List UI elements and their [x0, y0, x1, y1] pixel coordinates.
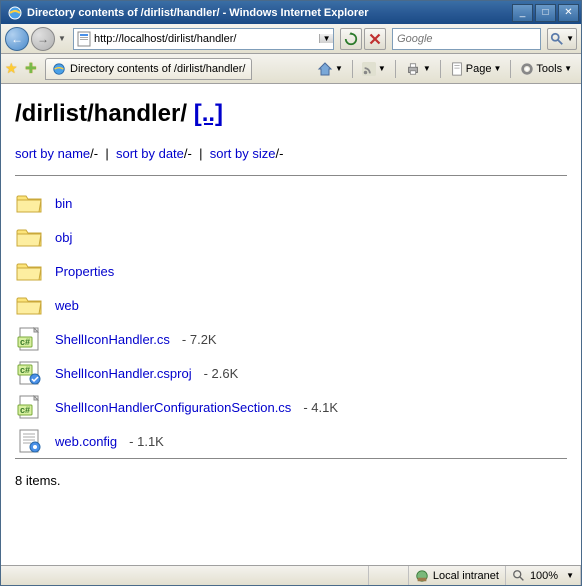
- file-link[interactable]: bin: [55, 196, 72, 211]
- status-bar: Local intranet 100% ▼: [1, 565, 581, 585]
- file-link[interactable]: obj: [55, 230, 72, 245]
- item-count: 8 items.: [15, 473, 567, 488]
- file-link[interactable]: ShellIconHandler.csproj: [55, 366, 192, 381]
- list-item: Properties: [15, 254, 567, 288]
- folder-icon: [15, 191, 43, 215]
- status-progress: [369, 566, 409, 585]
- security-zone: Local intranet: [409, 566, 506, 585]
- list-item: c# ShellIconHandlerConfigurationSection.c…: [15, 390, 567, 424]
- zoom-label: 100%: [530, 570, 558, 582]
- file-link[interactable]: ShellIconHandler.cs: [55, 332, 170, 347]
- ie-icon: [7, 5, 23, 21]
- maximize-button[interactable]: □: [535, 4, 556, 22]
- file-link[interactable]: web: [55, 298, 79, 313]
- browser-tab[interactable]: Directory contents of /dirlist/handler/: [45, 58, 252, 80]
- list-item: bin: [15, 186, 567, 220]
- nav-toolbar: ← → ▼ ▼ ▼: [1, 24, 581, 54]
- config-icon: [15, 429, 43, 453]
- heading-path: /dirlist/handler/: [15, 100, 187, 127]
- file-size: - 4.1K: [303, 400, 338, 415]
- search-input[interactable]: [393, 30, 540, 48]
- sort-by-date-link[interactable]: sort by date: [116, 146, 184, 161]
- file-size: - 2.6K: [204, 366, 239, 381]
- page-content: /dirlist/handler/ [..] sort by name/- | …: [1, 84, 581, 565]
- sort-controls: sort by name/- | sort by date/- | sort b…: [15, 146, 567, 161]
- history-dropdown[interactable]: ▼: [57, 29, 67, 49]
- page-menu-label: Page: [466, 63, 492, 75]
- add-favorite-icon[interactable]: ✚: [25, 60, 41, 77]
- tools-menu-label: Tools: [536, 63, 562, 75]
- list-item: web.config - 1.1K: [15, 424, 567, 458]
- list-item: c# ShellIconHandler.csproj - 2.6K: [15, 356, 567, 390]
- svg-text:c#: c#: [20, 365, 30, 375]
- cs-icon: c#: [15, 327, 43, 351]
- search-button[interactable]: ▼: [547, 28, 577, 50]
- page-menu[interactable]: Page ▼: [445, 59, 507, 79]
- svg-text:c#: c#: [20, 337, 30, 347]
- address-input[interactable]: [94, 30, 319, 48]
- ie-small-icon: [52, 62, 66, 76]
- tab-toolbar: ★ ✚ Directory contents of /dirlist/handl…: [1, 54, 581, 84]
- close-button[interactable]: ✕: [558, 4, 579, 22]
- tools-menu[interactable]: Tools ▼: [515, 59, 577, 79]
- stop-button[interactable]: [364, 28, 386, 50]
- file-size: - 7.2K: [182, 332, 217, 347]
- page-heading: /dirlist/handler/ [..]: [15, 100, 567, 128]
- list-item: c# ShellIconHandler.cs - 7.2K: [15, 322, 567, 356]
- refresh-button[interactable]: [340, 28, 362, 50]
- divider: [15, 175, 567, 176]
- window-titlebar: Directory contents of /dirlist/handler/ …: [1, 1, 581, 24]
- svg-text:c#: c#: [20, 405, 30, 415]
- folder-icon: [15, 225, 43, 249]
- back-button[interactable]: ←: [5, 27, 29, 51]
- window-title: Directory contents of /dirlist/handler/ …: [27, 7, 512, 19]
- sort-by-name-link[interactable]: sort by name: [15, 146, 90, 161]
- minimize-button[interactable]: _: [512, 4, 533, 22]
- file-link[interactable]: ShellIconHandlerConfigurationSection.cs: [55, 400, 291, 415]
- favorites-icon[interactable]: ★: [5, 60, 21, 77]
- divider: [15, 458, 567, 459]
- tab-title: Directory contents of /dirlist/handler/: [70, 63, 245, 75]
- zoom-control[interactable]: 100% ▼: [506, 566, 581, 585]
- file-link[interactable]: Properties: [55, 264, 114, 279]
- sort-by-size-link[interactable]: sort by size: [210, 146, 276, 161]
- cs-icon: c#: [15, 395, 43, 419]
- zone-label: Local intranet: [433, 570, 499, 582]
- address-dropdown[interactable]: ▼: [319, 34, 333, 43]
- search-bar[interactable]: [392, 28, 541, 50]
- page-icon: [76, 31, 92, 47]
- folder-icon: [15, 259, 43, 283]
- folder-icon: [15, 293, 43, 317]
- file-link[interactable]: web.config: [55, 434, 117, 449]
- list-item: obj: [15, 220, 567, 254]
- file-size: - 1.1K: [129, 434, 164, 449]
- forward-button[interactable]: →: [31, 27, 55, 51]
- csproj-icon: c#: [15, 361, 43, 385]
- parent-dir-link[interactable]: [..]: [194, 100, 223, 127]
- feeds-button[interactable]: ▼: [357, 59, 391, 79]
- home-button[interactable]: ▼: [312, 58, 348, 80]
- file-listing: bin obj Properties web c# ShellIconHandler.cs…: [15, 186, 567, 458]
- print-button[interactable]: ▼: [400, 59, 436, 79]
- list-item: web: [15, 288, 567, 322]
- address-bar[interactable]: ▼: [73, 28, 334, 50]
